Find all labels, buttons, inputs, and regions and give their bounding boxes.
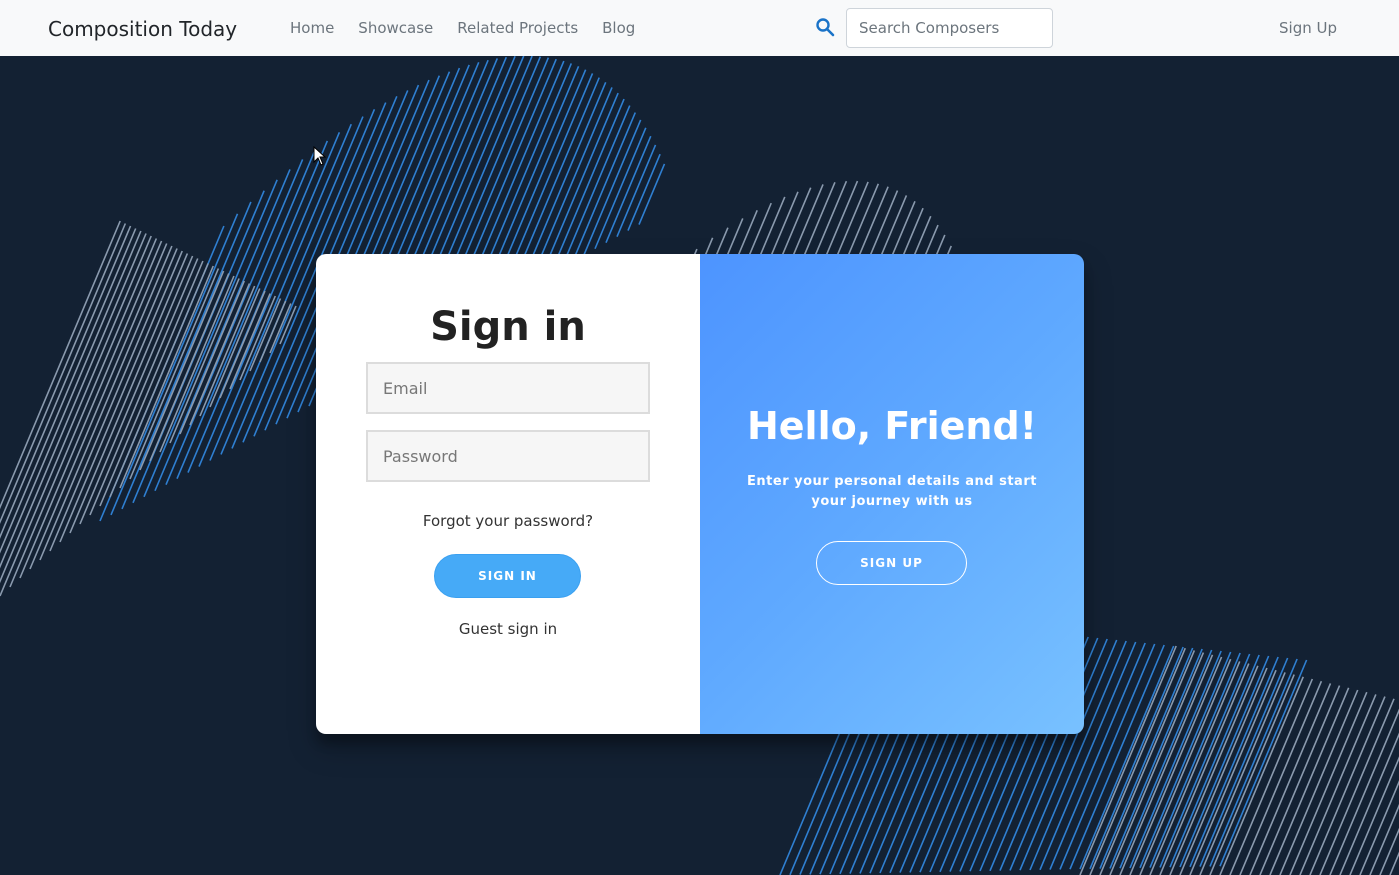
nav-signup-link[interactable]: Sign Up [1279,19,1337,37]
email-field[interactable] [366,362,650,414]
forgot-password-link[interactable]: Forgot your password? [316,512,700,530]
background-stripe [1289,691,1368,875]
background-stripe [139,270,225,471]
background-stripe [9,238,158,588]
background-stripe [1239,680,1323,875]
overlay-panel: Hello, Friend! Enter your personal detai… [700,254,1084,734]
signup-button[interactable]: SIGN UP [816,541,967,585]
background-stripe [29,243,168,570]
nav-links: Home Showcase Related Projects Blog [290,19,659,37]
background-stripe [49,248,178,552]
nav-link-related-projects[interactable]: Related Projects [457,19,578,37]
background-stripe [176,149,316,479]
background-stripe [539,92,619,280]
background-stripe [79,255,194,525]
background-stripe [1199,657,1289,867]
mouse-cursor-icon [313,146,327,166]
background-stripe [1179,655,1270,868]
password-field[interactable] [366,430,650,482]
nav-link-home[interactable]: Home [290,19,334,37]
brand-logo[interactable]: Composition Today [48,17,237,41]
signin-title: Sign in [430,304,586,350]
search-icon[interactable] [815,17,835,37]
search-input[interactable] [846,8,1053,48]
background-stripe [165,159,304,486]
background-stripe [209,288,261,408]
background-stripe [1229,678,1314,875]
signin-button[interactable]: SIGN IN [434,554,581,598]
background-stripe [1169,654,1260,868]
overlay-text: Enter your personal details and start yo… [747,474,1037,509]
background-stripe [1319,698,1395,875]
background-stripe [1269,687,1350,875]
background-stripe [572,112,637,262]
background-stripe [1139,658,1232,875]
background-stripe [605,135,652,244]
background-stripe [179,280,245,435]
background-stripe [1329,708,1399,875]
background-stripe [1189,656,1279,868]
background-stripe [154,169,291,492]
background-stripe [0,230,142,569]
signin-panel: Sign in Forgot your password? SIGN IN Gu… [316,254,700,734]
background-stripe [0,220,121,510]
background-stripe [99,260,204,507]
background-stripe [1379,827,1399,875]
background-stripe [229,293,271,390]
background-stripe [1299,694,1377,875]
background-stripe [1309,696,1386,875]
background-stripe [1349,756,1399,875]
background-stripe [0,235,152,597]
background-stripe [39,245,173,561]
background-stripe [583,119,642,256]
overlay-title: Hello, Friend! [746,404,1038,448]
background-stripe [627,153,661,231]
background-stripe [1249,683,1332,875]
background-stripe [119,265,214,489]
background-stripe [561,105,631,268]
background-stripe [1259,685,1341,875]
navbar: Composition Today Home Showcase Related … [0,0,1399,56]
nav-link-showcase[interactable]: Showcase [358,19,433,37]
background-stripe [159,275,235,453]
nav-link-blog[interactable]: Blog [602,19,635,37]
auth-card: Sign in Forgot your password? SIGN IN Gu… [316,254,1084,734]
guest-signin-link[interactable]: Guest sign in [316,620,700,638]
background-stripe [1279,689,1359,875]
background-stripe [616,144,657,237]
